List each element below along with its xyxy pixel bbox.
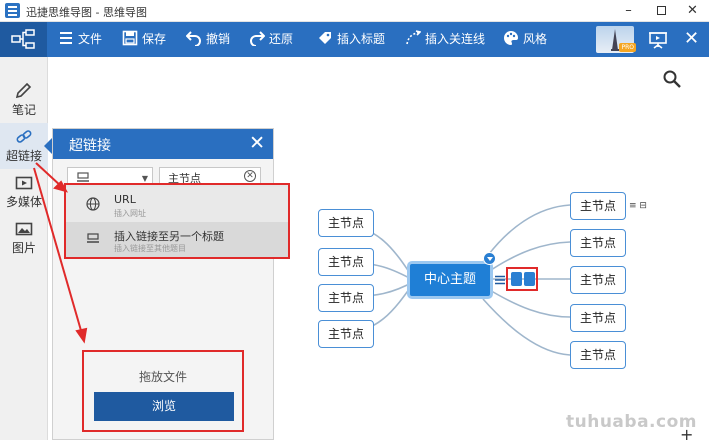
undo-label: 撤销	[206, 32, 231, 46]
insert-relation-line-label: 插入关连线	[425, 32, 486, 46]
redo-icon	[249, 30, 265, 46]
browse-button[interactable]: 浏览	[94, 392, 234, 421]
main-node-right-1[interactable]: 主节点	[570, 192, 626, 220]
toolbar: 文件 保存 撤销 还原 插入标题 插入关连线 风格 PRO ✕	[0, 22, 709, 57]
file-drop-zone[interactable]: 拖放文件 浏览	[82, 350, 244, 432]
save-label: 保存	[142, 32, 167, 46]
redo-button[interactable]: 还原	[249, 22, 293, 57]
link-icon	[15, 129, 33, 145]
redo-label: 还原	[269, 32, 294, 46]
panel-header: 超链接 ✕	[53, 129, 273, 159]
file-label: 文件	[78, 32, 103, 46]
save-button[interactable]: 保存	[122, 22, 166, 57]
option-title: 插入链接至另一个标题	[114, 230, 224, 243]
insert-relation-line-button[interactable]: 插入关连线	[405, 22, 485, 57]
sidebar-item-label: 多媒体	[5, 195, 42, 209]
panel-close-button[interactable]: ✕	[249, 131, 265, 155]
globe-icon	[86, 197, 100, 214]
pro-badge: PRO	[619, 43, 636, 52]
panel-title: 超链接	[69, 138, 111, 154]
sidebar-item-label: 图片	[11, 241, 36, 255]
user-avatar[interactable]: PRO	[596, 26, 636, 53]
sidebar-item-label: 笔记	[11, 103, 36, 117]
sidebar-item-multimedia[interactable]: 多媒体	[0, 169, 48, 215]
chevron-down-icon: ▼	[141, 174, 148, 183]
attachment-icon[interactable]	[524, 272, 535, 286]
main-node-left-4[interactable]: 主节点	[318, 320, 374, 348]
link-type-dropdown: URL 插入网址 插入链接至另一个标题 插入链接至其他题目	[64, 183, 290, 259]
save-icon	[122, 30, 138, 46]
relation-line-icon	[405, 30, 421, 46]
title-bar: 迅捷思维导图 - 思维导图 – ✕	[0, 0, 709, 22]
minimize-button[interactable]: –	[612, 0, 645, 22]
undo-icon	[186, 30, 202, 46]
watermark: tuhuaba.com	[566, 412, 697, 432]
pencil-icon	[15, 82, 33, 99]
hyperlink-icon[interactable]	[511, 272, 522, 286]
main-node-left-2[interactable]: 主节点	[318, 248, 374, 276]
palette-icon	[503, 30, 519, 46]
clear-input-icon[interactable]: ✕	[244, 170, 256, 182]
left-sidebar: 笔记 超链接 多媒体 图片	[0, 57, 48, 440]
dropdown-option-url[interactable]: URL 插入网址	[66, 187, 288, 222]
main-node-right-4[interactable]: 主节点	[570, 304, 626, 332]
mindmap-structure-icon	[11, 29, 35, 49]
main-node-right-3[interactable]: 主节点	[570, 266, 626, 294]
main-node-left-3[interactable]: 主节点	[318, 284, 374, 312]
image-icon	[15, 221, 33, 237]
main-node-right-2[interactable]: 主节点	[570, 229, 626, 257]
insert-title-label: 插入标题	[337, 32, 386, 46]
drop-zone-label: 拖放文件	[138, 370, 187, 384]
sidebar-item-hyperlink[interactable]: 超链接	[0, 123, 48, 169]
note-icon[interactable]	[495, 274, 505, 288]
option-subtitle: 插入链接至其他题目	[114, 244, 186, 253]
outline-view-button[interactable]	[0, 22, 47, 57]
tag-plus-icon	[317, 30, 333, 46]
close-editor-button[interactable]: ✕	[684, 26, 699, 52]
undo-button[interactable]: 撤销	[186, 22, 230, 57]
sidebar-item-note[interactable]: 笔记	[0, 77, 48, 123]
file-menu-button[interactable]: 文件	[58, 22, 102, 57]
app-logo-icon	[5, 3, 20, 18]
add-icon[interactable]: +	[680, 425, 693, 440]
style-label: 风格	[523, 32, 548, 46]
search-icon[interactable]	[663, 70, 681, 91]
main-node-right-5[interactable]: 主节点	[570, 341, 626, 369]
main-node-left-1[interactable]: 主节点	[318, 209, 374, 237]
dropdown-option-topic-link[interactable]: 插入链接至另一个标题 插入链接至其他题目	[66, 222, 288, 257]
option-title: URL	[114, 193, 136, 206]
media-icon	[15, 175, 33, 191]
center-topic-node[interactable]: 中心主题	[407, 261, 493, 299]
collapse-toggle-icon[interactable]	[483, 252, 496, 265]
insert-title-button[interactable]: 插入标题	[317, 22, 385, 57]
center-link-indicator[interactable]	[506, 267, 538, 291]
window-title: 迅捷思维导图 - 思维导图	[26, 6, 147, 19]
maximize-button[interactable]	[645, 0, 678, 22]
presentation-icon	[649, 32, 667, 49]
presentation-button[interactable]	[648, 30, 668, 53]
topic-link-icon	[86, 232, 100, 247]
menu-icon	[58, 30, 74, 46]
style-button[interactable]: 风格	[503, 22, 547, 57]
close-window-button[interactable]: ✕	[676, 0, 709, 22]
option-subtitle: 插入网址	[114, 209, 146, 218]
node-note-link-icons[interactable]: ≡ ⊟	[629, 201, 647, 211]
sidebar-item-image[interactable]: 图片	[0, 215, 48, 261]
sidebar-item-label: 超链接	[5, 149, 42, 163]
